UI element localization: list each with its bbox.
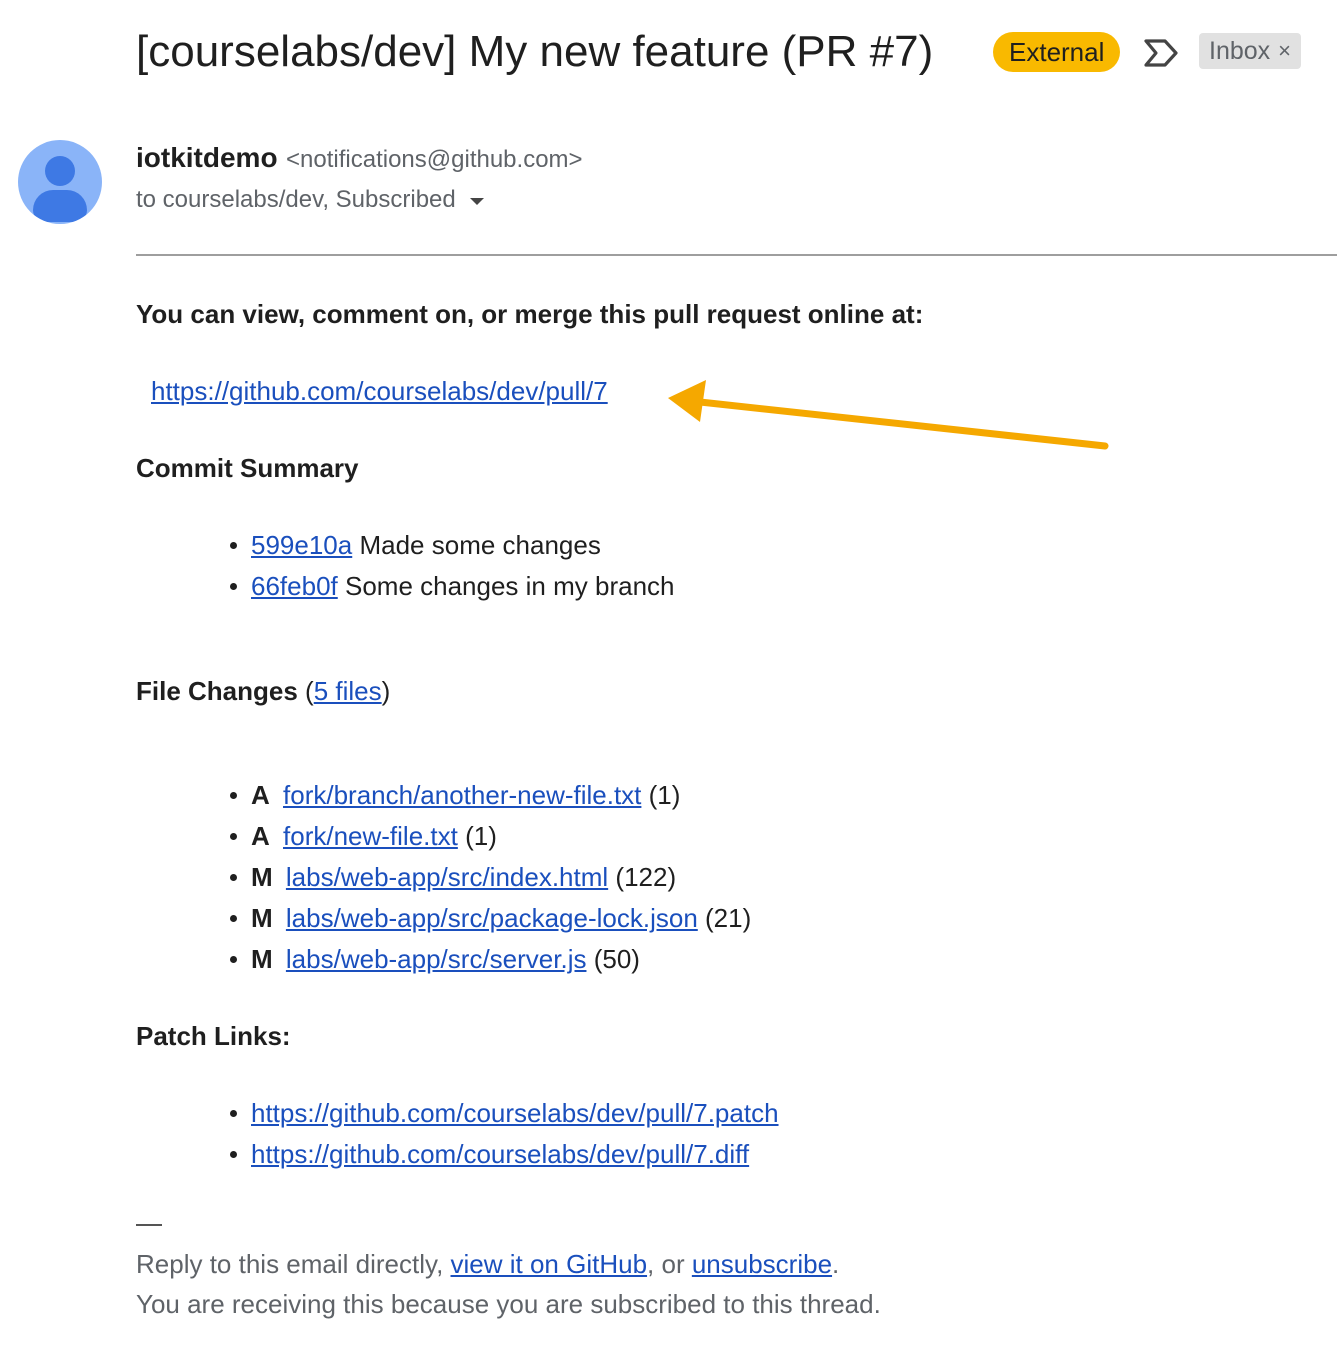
important-marker-icon[interactable] [1143,37,1179,69]
footer-reply-line: Reply to this email directly, view it on… [136,1249,839,1280]
file-changes-list: A fork/branch/another-new-file.txt (1) A… [229,775,752,980]
commit-summary-heading: Commit Summary [136,453,359,483]
commit-message: Made some changes [359,530,601,560]
list-item: M labs/web-app/src/index.html (122) [229,857,751,898]
recipients-text: to courselabs/dev, Subscribed [136,186,456,213]
signature-separator: — [136,1224,162,1226]
unsubscribe-link[interactable]: unsubscribe [692,1249,832,1279]
diff-link[interactable]: https://github.com/courselabs/dev/pull/7… [251,1139,749,1169]
file-status: M [251,944,273,974]
remove-label-icon[interactable]: × [1278,33,1291,69]
label-chip-inbox: Inbox × [1199,33,1302,69]
footer-reason: You are receiving this because you are s… [136,1289,881,1319]
file-change-count: (1) [648,780,681,810]
file-change-count: (50) [593,944,640,974]
file-path-link[interactable]: labs/web-app/src/package-lock.json [286,903,698,933]
list-item: A fork/new-file.txt (1) [229,816,751,857]
pull-request-link[interactable]: https://github.com/courselabs/dev/pull/7 [151,376,608,407]
sender-avatar[interactable] [18,140,102,224]
file-status: A [251,780,270,810]
paren-open: ( [297,676,314,706]
commit-sha-link[interactable]: 599e10a [251,530,352,560]
file-change-count: (21) [705,903,752,933]
commit-sha-link[interactable]: 66feb0f [251,571,338,601]
file-status: M [251,862,273,892]
file-changes-heading: File Changes [136,676,298,706]
file-path-link[interactable]: fork/new-file.txt [283,821,458,851]
email-subject: [courselabs/dev] My new feature (PR #7) [136,27,934,76]
annotation-arrow [668,380,1109,450]
file-status: A [251,821,270,851]
list-item: M labs/web-app/src/package-lock.json (21… [229,898,752,939]
list-item: https://github.com/courselabs/dev/pull/7… [230,1134,779,1175]
file-status: M [251,903,273,933]
file-path-link[interactable]: labs/web-app/src/server.js [286,944,587,974]
sender-email: <notifications@github.com> [286,146,583,173]
header-divider [136,254,1337,256]
label-chip-text: Inbox [1209,37,1271,65]
avatar-body [33,190,87,222]
files-count-link[interactable]: 5 files [314,676,382,706]
file-path-link[interactable]: labs/web-app/src/index.html [286,862,608,892]
list-item: https://github.com/courselabs/dev/pull/7… [230,1093,779,1134]
view-on-github-link[interactable]: view it on GitHub [451,1249,648,1279]
list-item: M labs/web-app/src/server.js (50) [229,939,751,980]
file-change-count: (1) [465,821,497,851]
sender-name[interactable]: iotkitdemo [136,142,278,173]
footer-middle: , or [647,1249,692,1279]
footer-end: . [832,1249,840,1279]
sender-line: iotkitdemo <notifications@github.com> [136,142,583,174]
avatar-head [45,156,75,186]
recipients-details-toggle[interactable]: to courselabs/dev, Subscribed [136,186,484,214]
commit-list: 599e10a Made some changes 66feb0f Some c… [230,525,675,607]
paren-close: ) [381,676,391,706]
commit-message: Some changes in my branch [344,571,675,601]
file-change-count: (122) [615,862,677,892]
patch-links-heading: Patch Links: [136,1021,291,1051]
patch-links-list: https://github.com/courselabs/dev/pull/7… [230,1093,779,1175]
intro-text: You can view, comment on, or merge this … [136,299,924,329]
list-item: A fork/branch/another-new-file.txt (1) [229,775,751,816]
list-item: 599e10a Made some changes [230,525,675,566]
external-badge: External [993,32,1121,72]
file-changes-heading-line: File Changes (5 files) [136,676,390,707]
footer-reply-prefix: Reply to this email directly, [136,1249,451,1279]
patch-link[interactable]: https://github.com/courselabs/dev/pull/7… [251,1098,779,1128]
show-details-caret-icon[interactable] [469,197,484,205]
list-item: 66feb0f Some changes in my branch [230,566,675,607]
file-path-link[interactable]: fork/branch/another-new-file.txt [283,780,641,810]
